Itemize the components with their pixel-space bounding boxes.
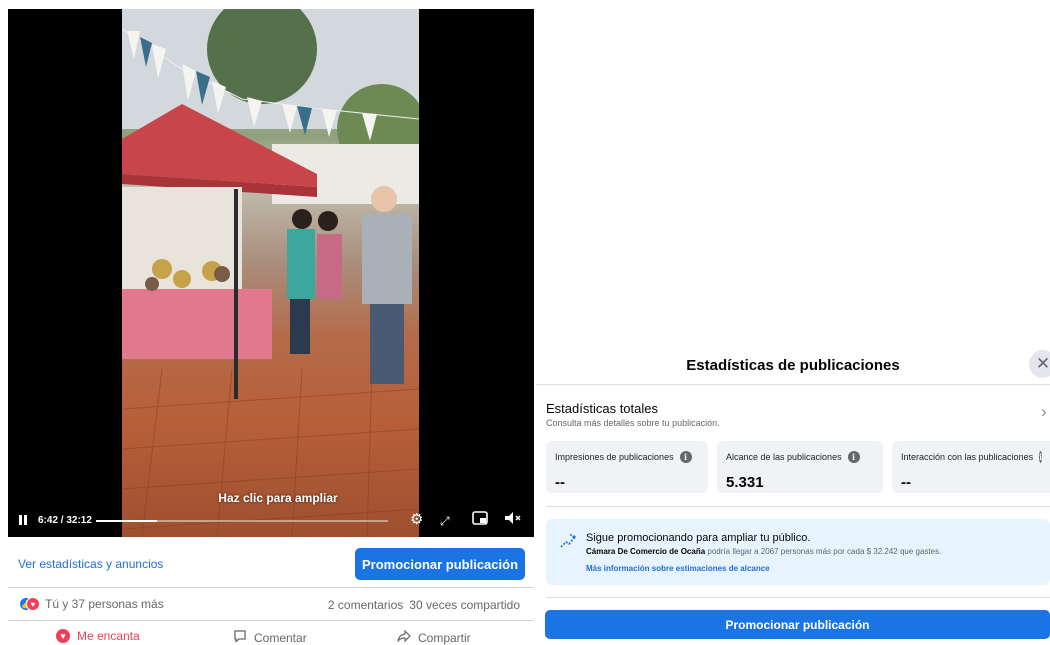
- metric-value: --: [901, 474, 911, 491]
- share-label: Compartir: [418, 630, 471, 645]
- total-stats-title: Estadísticas totales: [546, 401, 658, 416]
- metric-engagement: Interacción con las publicaciones i --: [892, 441, 1050, 493]
- total-stats-subtitle: Consulta más detalles sobre tu publicaci…: [546, 418, 720, 428]
- post-stats-dialog: Estadísticas de publicaciones ✕ Estadíst…: [536, 340, 1050, 645]
- volume-muted-icon[interactable]: [504, 511, 522, 530]
- total-stats-row[interactable]: Estadísticas totales Consulta más detall…: [546, 401, 720, 428]
- promo-title: Sigue promocionando para ampliar tu públ…: [586, 532, 811, 544]
- divider: [546, 506, 1050, 507]
- close-button[interactable]: ✕: [1029, 350, 1050, 378]
- info-icon[interactable]: i: [1039, 451, 1043, 463]
- metric-label: Alcance de las publicaciones: [726, 452, 842, 462]
- sparkle-trend-icon: [560, 534, 576, 548]
- close-icon: ✕: [1035, 354, 1050, 373]
- divider: [546, 597, 1050, 598]
- video-frame[interactable]: [122, 9, 419, 537]
- progress-fill: [96, 520, 157, 522]
- promo-description: Cámara De Comercio de Ocaña podría llega…: [586, 547, 941, 556]
- picture-in-picture-icon[interactable]: [472, 511, 488, 530]
- comment-button[interactable]: Comentar: [233, 629, 307, 645]
- love-reaction-icon: ♥: [26, 597, 40, 611]
- metric-reach: Alcance de las publicaciones i 5.331: [717, 441, 883, 493]
- reactions-summary[interactable]: 👍 ♥ Tú y 37 personas más: [19, 597, 164, 611]
- comment-label: Comentar: [254, 630, 307, 645]
- divider: [8, 587, 534, 588]
- video-scene-image: [122, 9, 419, 537]
- reactions-text: Tú y 37 personas más: [45, 597, 164, 611]
- video-controls: 6:42 / 32:12 ⚙ ⤢: [8, 509, 534, 537]
- fullscreen-icon[interactable]: ⤢: [440, 512, 450, 530]
- view-stats-link[interactable]: Ver estadísticas y anuncios: [18, 557, 163, 571]
- info-icon[interactable]: i: [847, 451, 860, 463]
- divider: [536, 384, 1050, 385]
- comment-icon: [233, 629, 247, 645]
- engagement-counts: 2 comentarios 30 veces compartido: [328, 598, 520, 612]
- comments-count[interactable]: 2 comentarios: [328, 598, 403, 612]
- enlarge-hint[interactable]: Haz clic para ampliar: [188, 491, 368, 505]
- divider: [8, 620, 534, 621]
- metric-label: Impresiones de publicaciones: [555, 452, 674, 462]
- metric-label: Interacción con las publicaciones: [901, 452, 1034, 462]
- share-button[interactable]: Compartir: [397, 629, 471, 645]
- promotion-suggestion: Sigue promocionando para ampliar tu públ…: [546, 519, 1050, 585]
- promote-post-button[interactable]: Promocionar publicación: [545, 610, 1050, 639]
- progress-bar[interactable]: [96, 520, 388, 522]
- chevron-right-icon[interactable]: ›: [1041, 402, 1047, 422]
- love-label: Me encanta: [77, 629, 140, 643]
- love-button[interactable]: ♥ Me encanta: [56, 629, 140, 643]
- reach-estimate-link[interactable]: Más información sobre estimaciones de al…: [586, 564, 770, 573]
- share-icon: [397, 629, 411, 645]
- shares-count[interactable]: 30 veces compartido: [409, 598, 520, 612]
- dialog-title: Estadísticas de publicaciones: [686, 357, 900, 374]
- info-icon[interactable]: i: [679, 451, 692, 463]
- video-player[interactable]: Haz clic para ampliar 6:42 / 32:12 ⚙ ⤢: [8, 9, 534, 537]
- promote-post-button[interactable]: Promocionar publicación: [355, 548, 525, 580]
- love-icon: ♥: [56, 629, 70, 643]
- metric-value: --: [555, 474, 565, 491]
- page-name: Cámara De Comercio de Ocaña: [586, 547, 706, 556]
- pause-icon[interactable]: [19, 515, 28, 526]
- metric-value: 5.331: [726, 474, 764, 491]
- time-readout: 6:42 / 32:12: [38, 515, 92, 526]
- metric-impressions: Impresiones de publicaciones i --: [546, 441, 708, 493]
- settings-icon[interactable]: ⚙: [410, 511, 423, 529]
- promo-text: podría llegar a 2067 personas más por ca…: [707, 547, 942, 556]
